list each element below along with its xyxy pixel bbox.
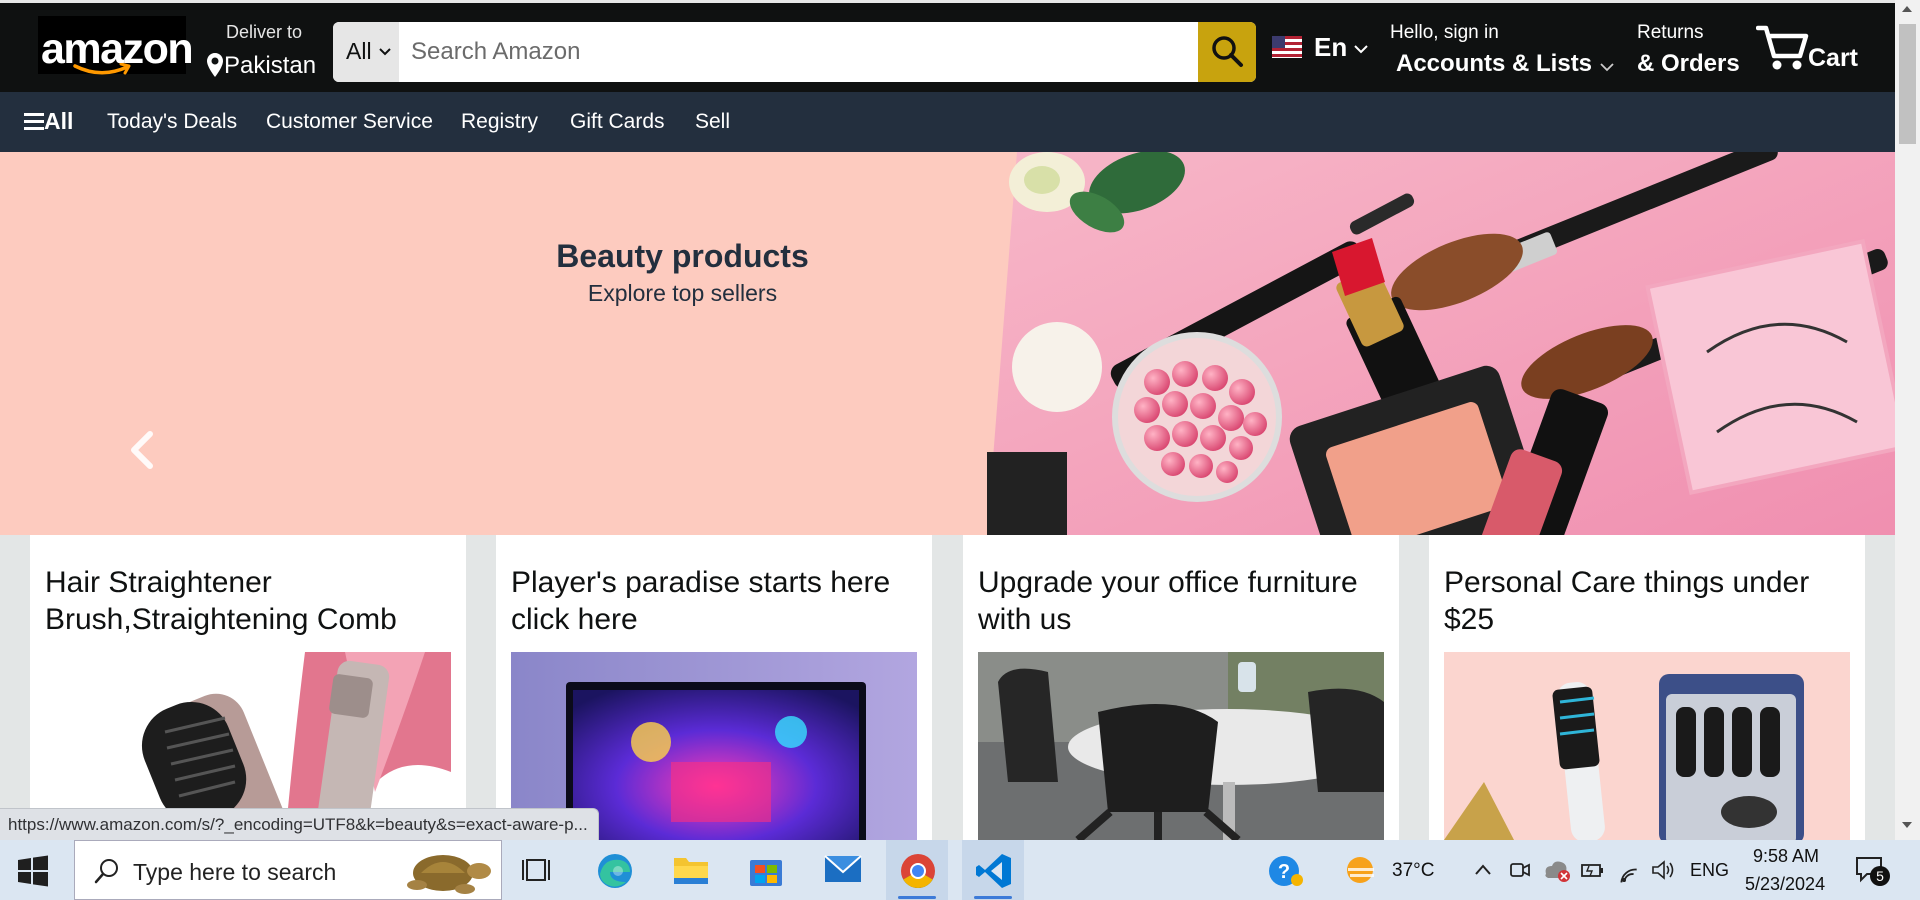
scroll-down-arrow-icon[interactable] [1901, 820, 1913, 830]
clock-time[interactable]: 9:58 AM [1753, 846, 1819, 867]
microsoft-store-taskbar-button[interactable] [735, 840, 797, 900]
weather-sunny-icon[interactable] [1342, 854, 1382, 888]
search-bar: All [333, 22, 1256, 82]
active-app-indicator [974, 896, 1012, 899]
language-label: En [1314, 32, 1348, 62]
nav-registry[interactable]: Registry [461, 110, 538, 134]
toothbrush-image [1444, 652, 1850, 840]
store-icon [750, 860, 782, 886]
nav-gift-cards[interactable]: Gift Cards [570, 110, 665, 134]
active-app-indicator [898, 896, 936, 899]
orders-label: & Orders [1637, 50, 1740, 77]
browser-page: amazon Deliver to Pakistan All Search Am… [0, 0, 1895, 840]
search-icon [1212, 36, 1243, 67]
wifi-icon[interactable] [1616, 856, 1642, 884]
notification-count-badge: 5 [1870, 866, 1890, 886]
onedrive-error-icon[interactable] [1542, 856, 1572, 884]
product-card[interactable]: Personal Care things under $25 [1429, 535, 1865, 840]
mail-icon [824, 855, 862, 882]
us-flag-icon [1272, 36, 1302, 58]
card-title: Personal Care things under $25 [1444, 566, 1810, 636]
language-selector[interactable]: En [1270, 32, 1374, 68]
chrome-taskbar-button[interactable] [886, 840, 948, 900]
scroll-up-arrow-icon[interactable] [1901, 4, 1913, 14]
nav-customer-service[interactable]: Customer Service [266, 110, 433, 134]
scrollbar-thumb[interactable] [1899, 24, 1916, 144]
returns-and-orders[interactable]: Returns & Orders [1637, 20, 1757, 80]
windows-start-icon[interactable] [16, 854, 50, 888]
task-view-icon [522, 859, 550, 881]
help-icon[interactable]: ? [1268, 854, 1304, 888]
cart-label: Cart [1808, 44, 1859, 72]
search-category-label: All [346, 38, 372, 64]
edge-taskbar-button[interactable] [583, 840, 645, 900]
volume-icon[interactable] [1650, 858, 1676, 882]
battery-icon[interactable] [1580, 858, 1606, 882]
location-pin-icon [207, 53, 223, 77]
taskbar-search-placeholder: Type here to search [133, 859, 337, 885]
hero-carousel[interactable]: Beauty products Explore top sellers [0, 152, 1895, 535]
cart-icon [1756, 25, 1809, 70]
meet-now-icon[interactable] [1508, 858, 1532, 882]
windows-taskbar: Type here to search ? 37°C ENG 9:58 AM 5… [0, 840, 1920, 900]
returns-label: Returns [1637, 22, 1704, 43]
input-language[interactable]: ENG [1690, 860, 1729, 881]
product-card[interactable]: Hair Straightener Brush,Straightening Co… [30, 535, 466, 840]
card-title: Player's paradise starts here click here [511, 566, 891, 636]
logo-smile-icon [73, 63, 131, 75]
folder-icon [674, 858, 708, 884]
makeup-products-image [987, 152, 1895, 535]
chevron-up-icon[interactable] [1473, 862, 1493, 878]
search-category-select[interactable]: All [333, 22, 399, 82]
hero-subtitle: Explore top sellers [587, 280, 778, 306]
chevron-down-icon [1600, 63, 1614, 72]
product-card[interactable]: Player's paradise starts here click here [496, 535, 932, 840]
weather-temperature[interactable]: 37°C [1392, 860, 1434, 882]
chevron-down-icon [379, 48, 391, 56]
deliver-label: Deliver to [226, 22, 303, 42]
chrome-icon [901, 854, 935, 888]
sign-in-greeting: Hello, sign in [1390, 22, 1499, 43]
hero-title: Beauty products [556, 238, 809, 274]
product-card[interactable]: Upgrade your office furniture with us [963, 535, 1399, 840]
link-status-url: https://www.amazon.com/s/?_encoding=UTF8… [0, 808, 599, 840]
account-and-lists[interactable]: Hello, sign in Accounts & Lists [1390, 20, 1620, 80]
clock-date[interactable]: 5/23/2024 [1745, 874, 1825, 895]
vscode-icon [976, 854, 1011, 888]
amazon-logo[interactable]: amazon [38, 16, 194, 75]
cart-button[interactable]: Cart [1756, 22, 1866, 78]
top-navbar: amazon Deliver to Pakistan All Search Am… [0, 0, 1895, 92]
search-input[interactable] [399, 22, 1190, 82]
account-lists-label: Accounts & Lists [1396, 50, 1593, 77]
nav-todays-deals[interactable]: Today's Deals [107, 110, 237, 134]
all-menu-label: All [44, 108, 74, 134]
notifications-button[interactable]: 5 [1852, 852, 1892, 888]
card-title: Upgrade your office furniture with us [978, 566, 1358, 636]
deliver-location: Pakistan [224, 52, 317, 79]
task-view-button[interactable] [508, 840, 570, 900]
chevron-down-icon [1354, 45, 1368, 54]
taskbar-search-box[interactable]: Type here to search [74, 840, 502, 900]
edge-icon [598, 854, 632, 888]
card-title: Hair Straightener Brush,Straightening Co… [45, 566, 397, 636]
nav-sell[interactable]: Sell [695, 110, 730, 134]
vscode-taskbar-button[interactable] [962, 840, 1024, 900]
svg-text:?: ? [1278, 861, 1290, 883]
file-explorer-taskbar-button[interactable] [659, 840, 721, 900]
mail-taskbar-button[interactable] [811, 840, 873, 900]
carousel-prev-arrow-icon[interactable] [124, 430, 160, 470]
search-icon [94, 859, 118, 884]
sub-navbar: All Today's Deals Customer Service Regis… [0, 92, 1895, 152]
page-scrollbar[interactable] [1895, 0, 1920, 840]
turtle-search-highlight-icon [407, 855, 491, 894]
screen: amazon Deliver to Pakistan All Search Am… [0, 0, 1920, 900]
office-furniture-image [978, 652, 1384, 840]
search-button[interactable] [1198, 22, 1256, 82]
hamburger-menu-icon [24, 113, 44, 130]
